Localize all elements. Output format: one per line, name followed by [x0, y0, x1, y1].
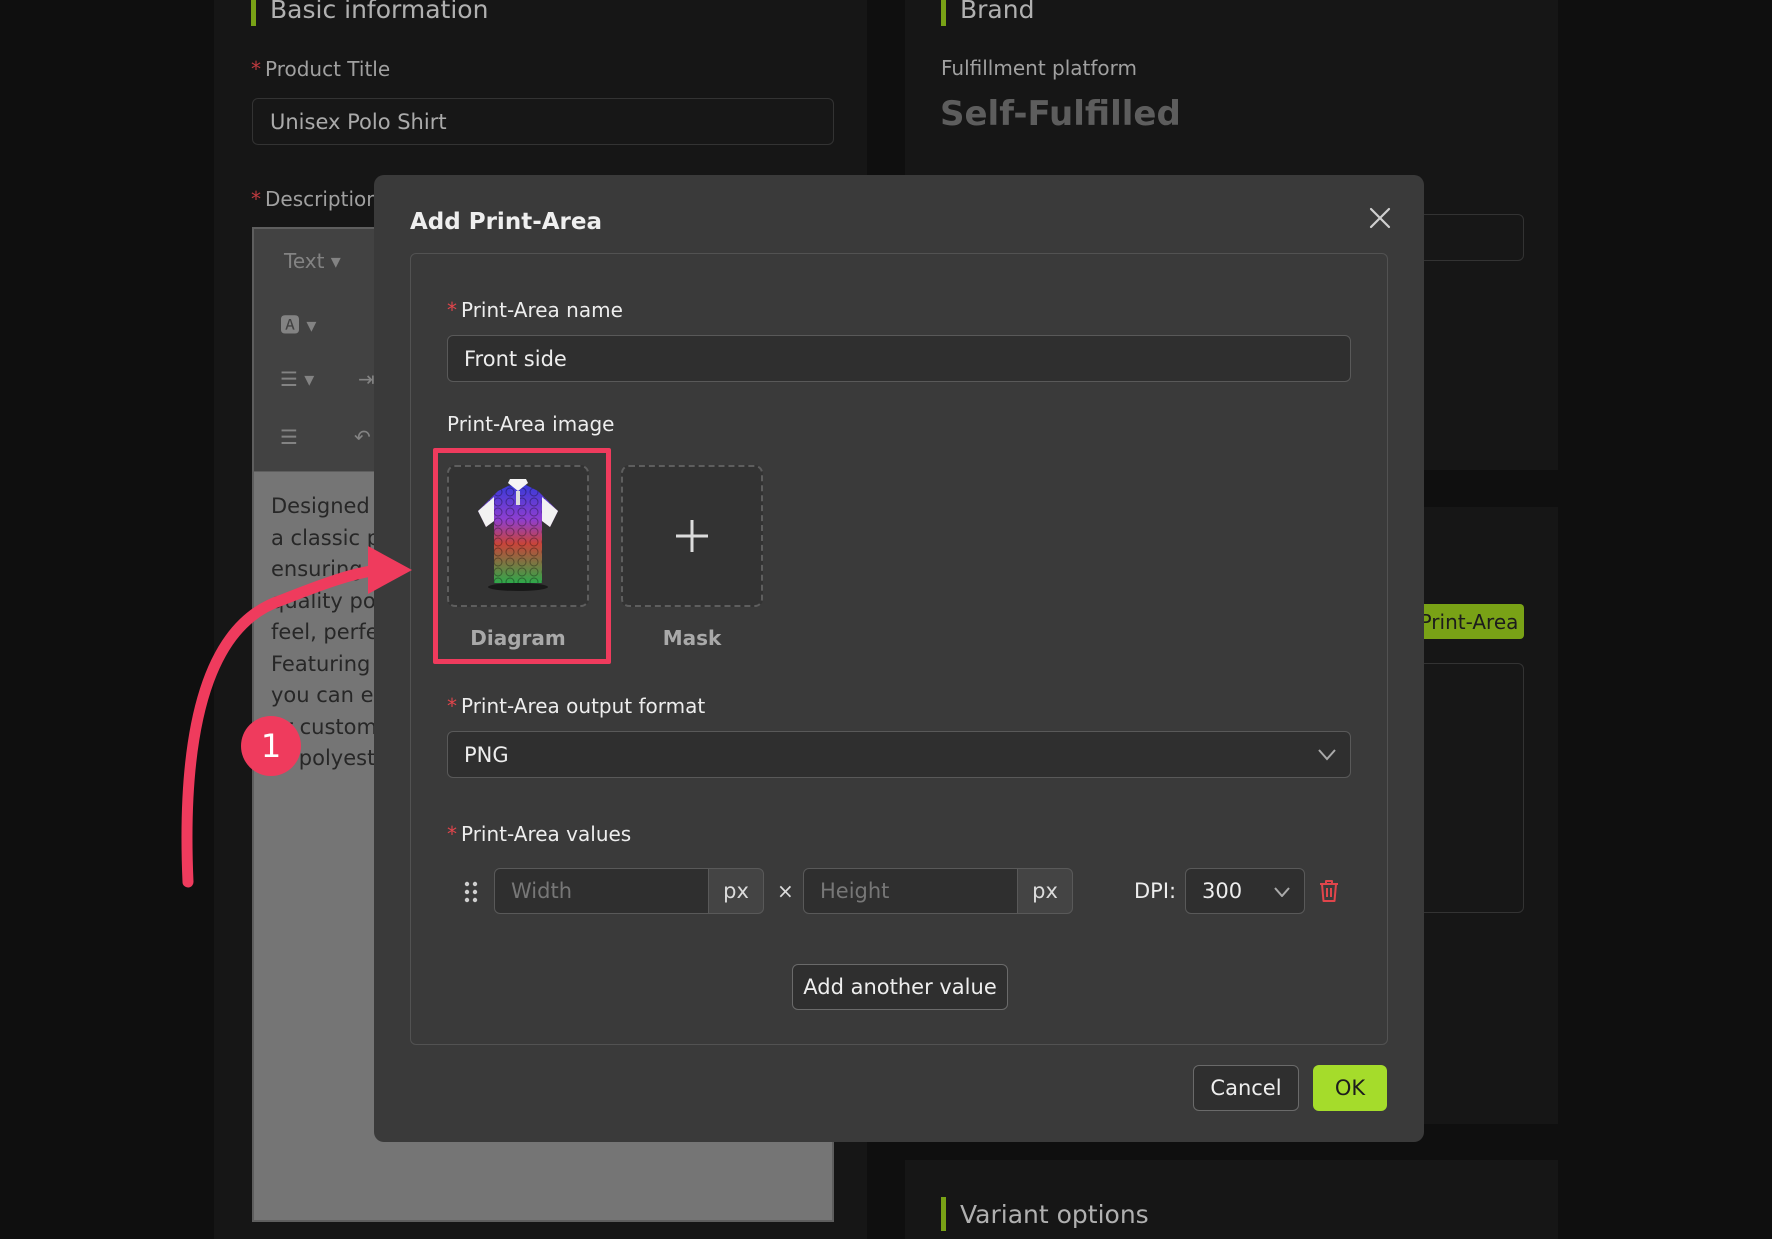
times-sign: ×: [777, 879, 794, 903]
print-area-name-input[interactable]: Front side: [447, 335, 1351, 382]
trash-icon[interactable]: [1319, 879, 1339, 903]
cancel-button[interactable]: Cancel: [1193, 1065, 1299, 1111]
output-format-label: * Print-Area output format: [447, 694, 706, 718]
width-unit: px: [708, 868, 764, 914]
step-number-badge: 1: [241, 716, 301, 776]
add-another-value-button[interactable]: Add another value: [792, 964, 1008, 1010]
ok-button[interactable]: OK: [1313, 1065, 1387, 1111]
width-input[interactable]: Width: [494, 868, 709, 914]
chevron-down-icon: [1274, 887, 1290, 897]
dpi-select[interactable]: 300: [1185, 868, 1305, 914]
required-star: *: [447, 694, 457, 718]
print-area-name-label: * Print-Area name: [447, 298, 623, 322]
close-icon[interactable]: [1367, 205, 1393, 231]
print-area-values-label: * Print-Area values: [447, 822, 632, 846]
height-input[interactable]: Height: [803, 868, 1018, 914]
modal-form: * Print-Area name Front side Print-Area i…: [410, 253, 1388, 1045]
print-area-image-label: Print-Area image: [447, 412, 615, 436]
output-format-select[interactable]: PNG: [447, 731, 1351, 778]
height-unit: px: [1017, 868, 1073, 914]
drag-handle-icon[interactable]: [464, 881, 478, 903]
mask-caption: Mask: [662, 626, 722, 650]
diagram-highlight-box: [433, 448, 611, 664]
mask-upload[interactable]: [621, 465, 763, 607]
modal-title: Add Print-Area: [410, 209, 602, 235]
dpi-label: DPI:: [1134, 879, 1177, 903]
add-print-area-modal: Add Print-Area * Print-Area name Front si…: [374, 175, 1424, 1142]
chevron-down-icon: [1318, 749, 1336, 761]
plus-icon: [676, 520, 708, 552]
required-star: *: [447, 298, 457, 322]
required-star: *: [447, 822, 457, 846]
